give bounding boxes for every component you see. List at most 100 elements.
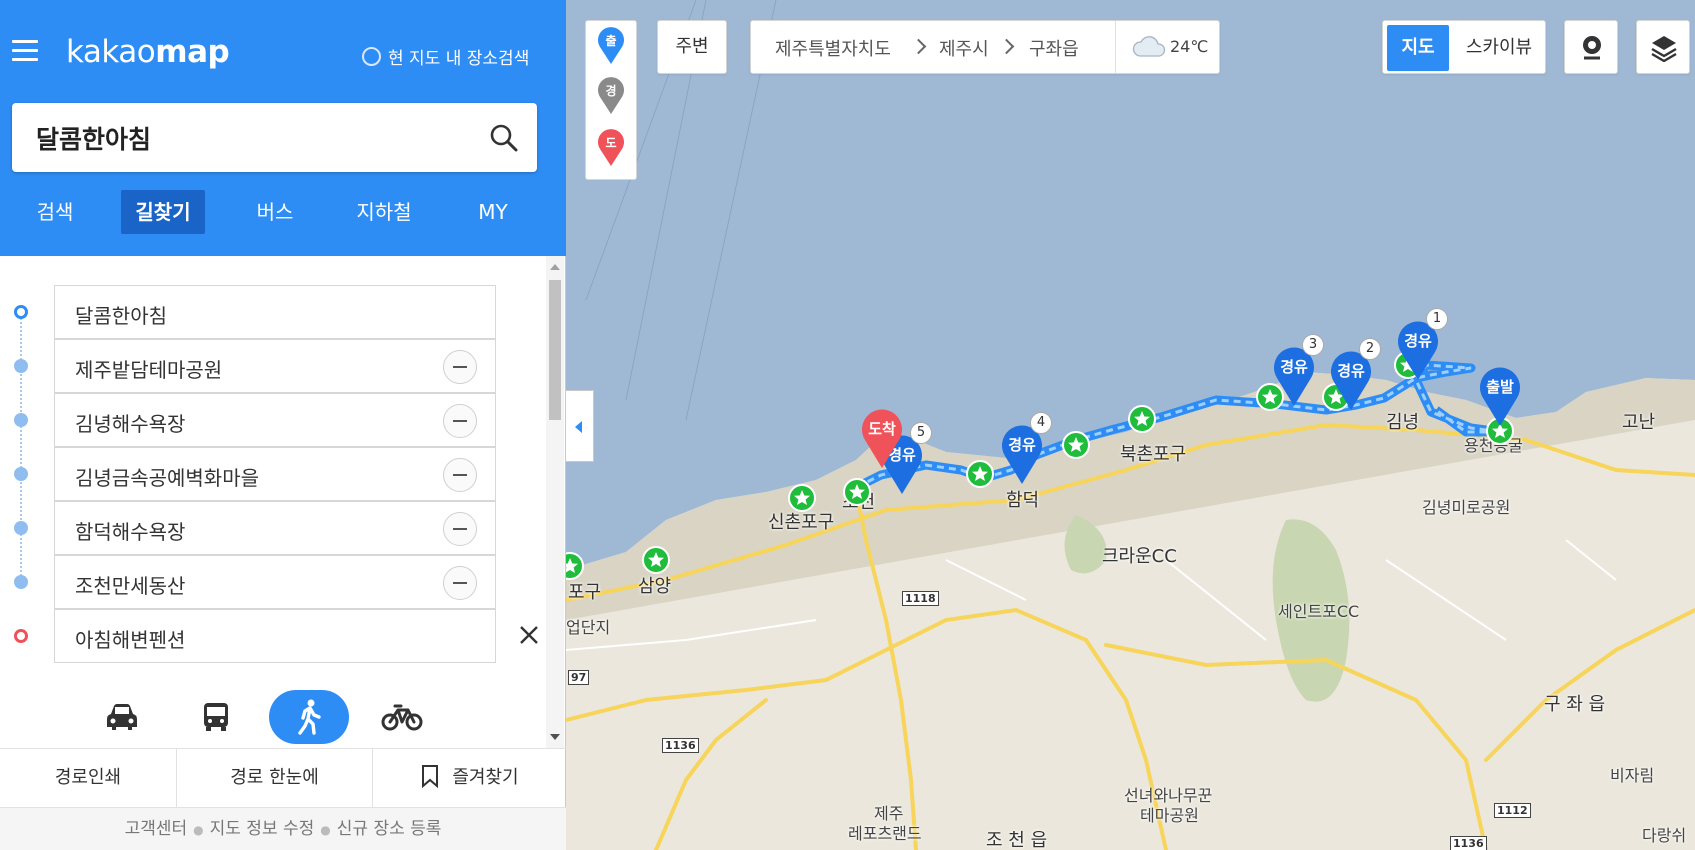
- edit-map-info-link[interactable]: 지도 정보 수정: [210, 819, 315, 839]
- waypoint-label: 김녕해수욕장: [75, 412, 186, 436]
- skyview-button[interactable]: 스카이뷰: [1455, 25, 1543, 71]
- mode-bus[interactable]: [176, 690, 256, 744]
- collapse-sidebar-button[interactable]: [566, 390, 594, 462]
- breadcrumb-province[interactable]: 제주특별자치도: [775, 35, 891, 61]
- roadview-button[interactable]: [1564, 20, 1618, 74]
- label-hamdeok: 함덕: [1006, 490, 1040, 511]
- star-marker-icon[interactable]: [843, 478, 871, 506]
- kakaomap-logo[interactable]: kakaomap: [66, 34, 230, 70]
- layers-button[interactable]: [1636, 20, 1690, 74]
- route-via-marker-1[interactable]: 경유 1: [1396, 308, 1448, 382]
- mode-car[interactable]: [82, 690, 162, 744]
- waypoint-row-via-1[interactable]: 제주밭담테마공원: [54, 339, 496, 393]
- close-icon[interactable]: [518, 624, 540, 646]
- map-canvas[interactable]: 출 경 도 주변 제주특별자치도 제주시 구좌읍 24℃ 지도 스카이뷰 111…: [566, 0, 1695, 850]
- walk-icon: [298, 699, 321, 735]
- waypoint-row-via-5[interactable]: 조천만세동산: [54, 555, 496, 609]
- route-end-marker[interactable]: 도착: [860, 406, 904, 470]
- start-point-dot: [14, 305, 28, 319]
- waypoint-row-via-4[interactable]: 함덕해수욕장: [54, 501, 496, 555]
- waypoint-row-start[interactable]: 달콤한아침: [54, 285, 496, 339]
- remove-waypoint-icon[interactable]: [443, 350, 477, 384]
- waypoint-row-via-2[interactable]: 김녕해수욕장: [54, 393, 496, 447]
- radio-icon[interactable]: [362, 47, 381, 66]
- nearby-button[interactable]: 주변: [657, 20, 727, 74]
- register-place-link[interactable]: 신규 장소 등록: [337, 819, 442, 839]
- tab-bus[interactable]: 버스: [242, 190, 308, 234]
- label-saint-cc: 세인트포CC: [1278, 602, 1360, 621]
- logo-prefix: kakao: [66, 34, 156, 70]
- remove-waypoint-icon[interactable]: [443, 458, 477, 492]
- tab-subway[interactable]: 지하철: [345, 190, 423, 234]
- print-route-button[interactable]: 경로인쇄: [0, 749, 176, 807]
- bookmark-icon: [422, 765, 439, 789]
- route-overview-button[interactable]: 경로 한눈에: [176, 749, 372, 807]
- search-box: [12, 103, 537, 172]
- help-center-link[interactable]: 고객센터: [125, 819, 188, 839]
- waypoint-row-via-3[interactable]: 김녕금속공예벽화마을: [54, 447, 496, 501]
- remove-waypoint-icon[interactable]: [443, 404, 477, 438]
- sidebar: kakaomap 현 지도 내 장소검색 검색 길찾기 버스 지하철 MY: [0, 0, 566, 850]
- via-point-dot: [14, 359, 28, 373]
- mode-bike[interactable]: [362, 690, 442, 744]
- marker-order-badge: 1: [1426, 308, 1448, 330]
- label-bijarim: 비자림: [1610, 766, 1655, 785]
- road-number: 97: [568, 670, 590, 685]
- cloud-icon: [1132, 36, 1166, 57]
- via-point-dot: [14, 413, 28, 427]
- marker-label: 도착: [868, 420, 896, 438]
- start-pin-icon[interactable]: 출: [597, 27, 625, 65]
- star-marker-icon[interactable]: [1062, 431, 1090, 459]
- search-icon[interactable]: [489, 123, 519, 153]
- scroll-up-arrow-icon[interactable]: [550, 264, 560, 270]
- weather-widget[interactable]: 24℃: [1115, 21, 1221, 73]
- kakao-map-app: kakaomap 현 지도 내 장소검색 검색 길찾기 버스 지하철 MY: [0, 0, 1695, 850]
- scroll-down-arrow-icon[interactable]: [550, 734, 560, 740]
- label-jeju-leports-2: 레포츠랜드: [848, 824, 922, 843]
- end-pin-icon[interactable]: 도: [597, 129, 625, 167]
- remove-waypoint-icon[interactable]: [443, 566, 477, 600]
- route-via-marker-4[interactable]: 경유 4: [1000, 412, 1052, 486]
- sidebar-scrollbar[interactable]: [546, 256, 564, 748]
- hamburger-menu-icon[interactable]: [12, 40, 38, 62]
- marker-label: 경유: [1404, 332, 1432, 350]
- search-input[interactable]: [36, 118, 456, 158]
- label-seonyeo-2: 테마공원: [1140, 806, 1199, 825]
- star-marker-icon[interactable]: [566, 552, 584, 580]
- breadcrumb-town[interactable]: 구좌읍: [1029, 35, 1079, 61]
- favorite-button[interactable]: 즐겨찾기: [372, 749, 566, 807]
- route-via-marker-2[interactable]: 경유 2: [1329, 338, 1381, 412]
- sidebar-tabs: 검색 길찾기 버스 지하철 MY: [0, 188, 566, 238]
- mode-walk[interactable]: [269, 690, 349, 744]
- star-marker-icon[interactable]: [1128, 405, 1156, 433]
- tab-directions[interactable]: 길찾기: [121, 190, 205, 234]
- svg-text:경: 경: [605, 84, 616, 98]
- logo-suffix: map: [155, 34, 230, 70]
- road-number: 1112: [1494, 803, 1531, 818]
- via-point-dot: [14, 467, 28, 481]
- waypoint-label: 제주밭담테마공원: [75, 358, 223, 382]
- breadcrumb-city[interactable]: 제주시: [939, 35, 989, 61]
- star-marker-icon[interactable]: [966, 460, 994, 488]
- road-number: 1136: [1450, 836, 1487, 850]
- transport-modes: [0, 690, 546, 750]
- waypoint-label: 아침해변펜션: [75, 628, 186, 652]
- marker-order-badge: 4: [1030, 412, 1052, 434]
- sidebar-header: kakaomap 현 지도 내 장소검색 검색 길찾기 버스 지하철 MY: [0, 0, 566, 256]
- via-pin-icon[interactable]: 경: [597, 77, 625, 115]
- route-start-marker[interactable]: 출발: [1478, 364, 1522, 428]
- waypoint-row-end[interactable]: 아침해변펜션: [54, 609, 496, 663]
- area-search-label: 현 지도 내 장소검색: [388, 49, 530, 69]
- marker-label: 출발: [1486, 378, 1514, 396]
- road-number: 1136: [662, 738, 699, 753]
- route-via-marker-3[interactable]: 경유 3: [1272, 334, 1324, 408]
- tab-my[interactable]: MY: [460, 190, 526, 234]
- area-search-toggle[interactable]: 현 지도 내 장소검색: [362, 44, 529, 69]
- map-view-button[interactable]: 지도: [1387, 25, 1449, 71]
- remove-waypoint-icon[interactable]: [443, 512, 477, 546]
- star-marker-icon[interactable]: [788, 484, 816, 512]
- location-breadcrumb: 제주특별자치도 제주시 구좌읍 24℃: [750, 20, 1220, 74]
- tab-search[interactable]: 검색: [22, 190, 88, 234]
- scroll-thumb[interactable]: [549, 280, 561, 420]
- star-marker-icon[interactable]: [642, 546, 670, 574]
